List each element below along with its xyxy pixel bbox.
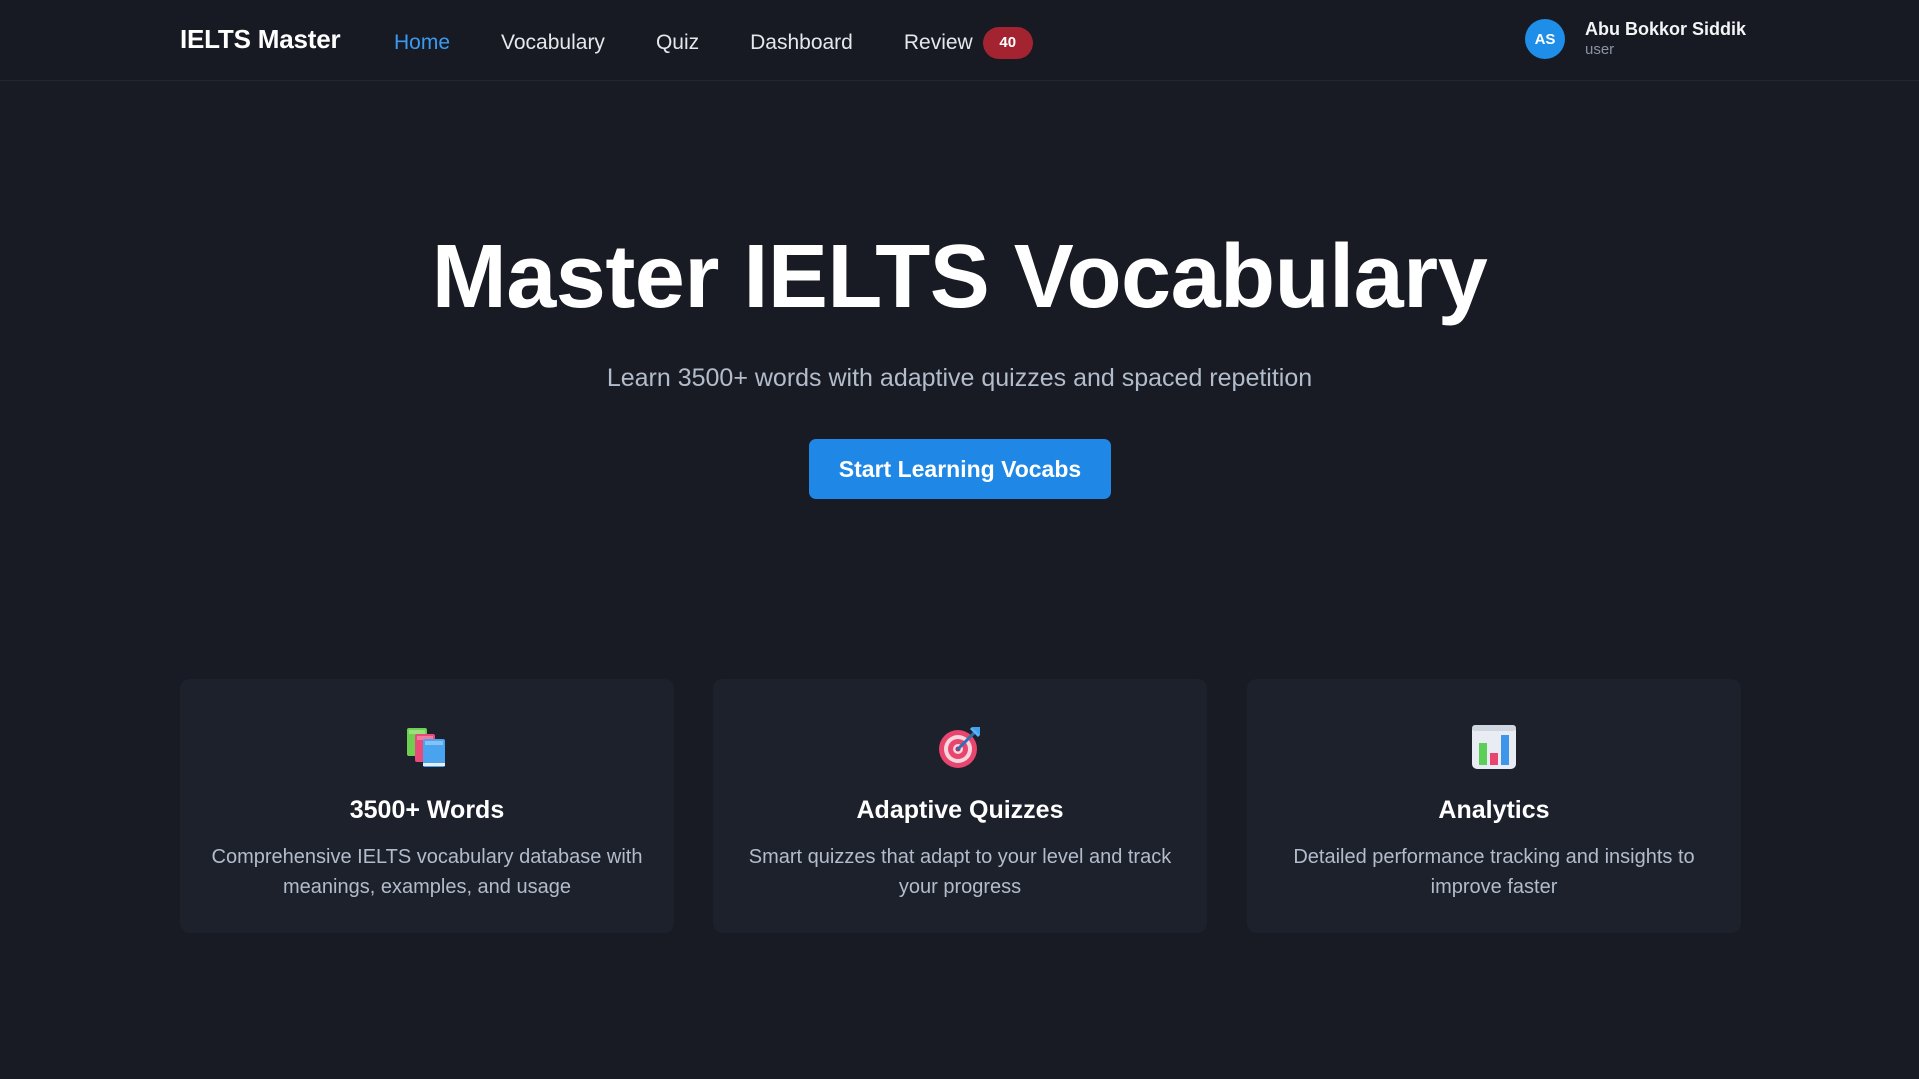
nav-link-home[interactable]: Home: [394, 31, 450, 55]
user-info: Abu Bokkor Siddik user: [1585, 18, 1747, 58]
brand-logo[interactable]: IELTS Master: [180, 24, 341, 55]
nav-links: Home Vocabulary Quiz Dashboard Review 40: [394, 27, 1033, 59]
hero-title: Master IELTS Vocabulary: [431, 227, 1488, 327]
feature-title: 3500+ Words: [349, 796, 505, 824]
feature-card-words: 3500+ Words Comprehensive IELTS vocabula…: [180, 679, 674, 933]
books-icon: [180, 723, 674, 771]
nav-link-review[interactable]: Review 40: [904, 27, 1033, 59]
feature-card-analytics: Analytics Detailed performance tracking …: [1247, 679, 1741, 933]
review-count-badge: 40: [982, 27, 1033, 59]
hero-subtitle: Learn 3500+ words with adaptive quizzes …: [606, 364, 1313, 392]
nav-link-review-label: Review: [903, 31, 973, 54]
user-menu[interactable]: AS Abu Bokkor Siddik user: [1525, 19, 1746, 59]
feature-description: Detailed performance tracking and insigh…: [1293, 846, 1695, 898]
feature-description: Smart quizzes that adapt to your level a…: [748, 846, 1172, 898]
nav-link-quiz[interactable]: Quiz: [656, 31, 699, 55]
nav-link-dashboard[interactable]: Dashboard: [750, 31, 853, 55]
user-role: user: [1585, 40, 1615, 58]
feature-title: Adaptive Quizzes: [856, 796, 1064, 824]
user-name: Abu Bokkor Siddik: [1585, 18, 1747, 39]
feature-description: Comprehensive IELTS vocabulary database …: [211, 846, 643, 898]
feature-title: Analytics: [1438, 796, 1550, 824]
nav-link-vocabulary[interactable]: Vocabulary: [501, 31, 605, 55]
target-icon: [713, 723, 1207, 771]
bar-chart-icon: [1247, 723, 1741, 771]
top-navbar: IELTS Master Home Vocabulary Quiz Dashbo…: [0, 0, 1919, 81]
start-learning-button[interactable]: Start Learning Vocabs: [809, 439, 1111, 499]
avatar: AS: [1525, 19, 1565, 59]
feature-card-quizzes: Adaptive Quizzes Smart quizzes that adap…: [713, 679, 1207, 933]
